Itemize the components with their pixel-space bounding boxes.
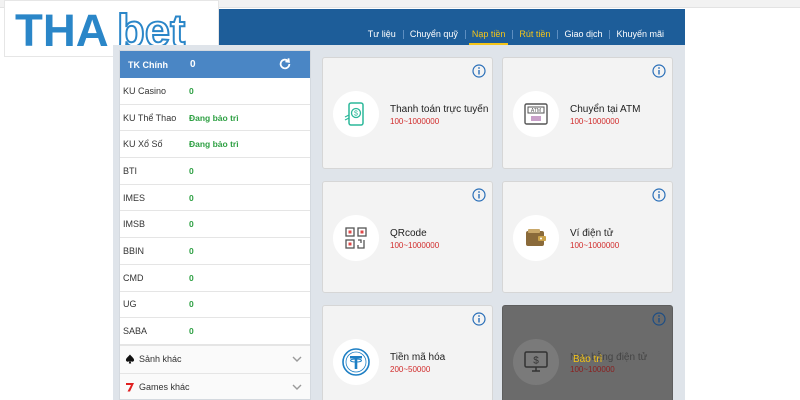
wallet-label: BBIN: [123, 245, 145, 256]
method-range: 200~50000: [390, 365, 431, 374]
chevron-down-icon: [292, 356, 302, 362]
balance-sidebar: TK Chính 0 KU Casino 0 KU Thể Thao Đang …: [119, 50, 311, 400]
wallet-label: SABA: [123, 326, 148, 337]
wallet-label: UG: [123, 299, 137, 310]
wallet-label: KU Thể Thao: [123, 112, 177, 123]
more-games-label: Games khác: [139, 382, 190, 393]
wallet-row-bbin: BBIN 0: [120, 238, 310, 265]
wallet-row-imes: IMES 0: [120, 185, 310, 212]
nav-item-transfer[interactable]: Chuyển quỹ: [402, 29, 465, 39]
atm-icon: ATM: [524, 103, 548, 125]
wallet-value: 0: [189, 219, 194, 230]
main-account-balance: 0: [190, 59, 196, 70]
main-account-row: TK Chính 0: [120, 51, 310, 78]
wallet-icon: [526, 229, 546, 246]
wallet-value: 0: [189, 326, 194, 337]
refresh-icon[interactable]: [278, 57, 292, 71]
wallet-row-ug: UG 0: [120, 292, 310, 319]
wallet-value: 0: [189, 272, 194, 283]
wallet-value: 0: [189, 299, 194, 310]
deposit-method-qrcode[interactable]: QRcode 100~1000000: [322, 181, 493, 293]
wallet-value: Đang bảo trì: [189, 112, 239, 123]
wallet-value: Đang bảo trì: [189, 139, 239, 150]
nav-item-withdraw[interactable]: Rút tiền: [512, 29, 557, 39]
wallet-value: 0: [189, 192, 194, 203]
method-range: 100~1000000: [390, 241, 440, 250]
spade-icon: [125, 354, 135, 364]
wallet-label: IMES: [123, 192, 146, 203]
method-range: 100~1000000: [390, 117, 440, 126]
method-icon-circle: [333, 215, 379, 261]
deposit-method-crypto[interactable]: Tiền mã hóa 200~50000: [322, 305, 493, 400]
svg-text:$: $: [354, 111, 358, 118]
method-title: QRcode: [390, 228, 427, 239]
info-icon[interactable]: [472, 312, 486, 326]
svg-text:$: $: [533, 356, 539, 367]
more-halls-label: Sảnh khác: [139, 354, 182, 365]
nav-item-profile[interactable]: Tư liệu: [361, 29, 403, 39]
info-icon[interactable]: [472, 64, 486, 78]
deposit-method-electronic: $ Nạp bằng điện tử 100~100000 Bảo trì: [502, 305, 673, 400]
wallet-label: IMSB: [123, 219, 146, 230]
info-icon[interactable]: [472, 188, 486, 202]
info-icon[interactable]: [652, 64, 666, 78]
wallet-row-saba: SABA 0: [120, 318, 310, 345]
deposit-method-atm[interactable]: ATM Chuyển tại ATM 100~1000000: [502, 57, 673, 169]
wallet-row-ku-casino: KU Casino 0: [120, 78, 310, 105]
wallet-row-ku-lottery: KU Xổ Số Đang bảo trì: [120, 131, 310, 159]
wallet-label: BTI: [123, 165, 138, 176]
wallet-label: KU Xổ Số: [123, 139, 163, 150]
nav-item-promotions[interactable]: Khuyến mãi: [609, 29, 671, 39]
wallet-value: 0: [189, 85, 194, 96]
crypto-icon: [342, 348, 370, 376]
method-title: Chuyển tại ATM: [570, 104, 641, 115]
wallet-row-imsb: IMSB 0: [120, 211, 310, 239]
method-title: Tiền mã hóa: [390, 352, 446, 363]
method-range: 100~100000: [570, 365, 615, 374]
deposit-method-online-payment[interactable]: $ Thanh toán trực tuyến 100~1000000: [322, 57, 493, 169]
wallet-label: KU Casino: [123, 85, 167, 96]
method-title: Thanh toán trực tuyến: [390, 104, 489, 115]
chevron-down-icon: [292, 384, 302, 390]
method-icon-circle: [513, 215, 559, 261]
more-halls-toggle[interactable]: Sảnh khác: [120, 344, 310, 373]
method-icon-circle: $: [513, 339, 559, 385]
more-games-toggle[interactable]: Games khác: [120, 372, 310, 399]
wallet-row-ku-sports: KU Thể Thao Đang bảo trì: [120, 105, 310, 132]
method-range: 100~1000000: [570, 241, 620, 250]
wallet-row-bti: BTI 0: [120, 158, 310, 185]
mobile-payment-icon: $: [344, 102, 364, 126]
method-range: 100~1000000: [570, 117, 620, 126]
main-account-label: TK Chính: [128, 59, 168, 70]
wallet-row-cmd: CMD 0: [120, 265, 310, 292]
info-icon[interactable]: [652, 312, 666, 326]
monitor-payment-icon: $: [524, 351, 548, 372]
wallet-label: CMD: [123, 272, 144, 283]
nav-links: Tư liệu Chuyển quỹ Nạp tiền Rút tiền Gia…: [361, 9, 671, 45]
maintenance-label: Bảo trì: [573, 354, 603, 365]
deposit-method-ewallet[interactable]: Ví điện tử 100~1000000: [502, 181, 673, 293]
svg-text:ATM: ATM: [531, 108, 541, 114]
lucky-seven-icon: [126, 383, 134, 392]
nav-item-deposit[interactable]: Nạp tiền: [464, 29, 513, 45]
nav-item-transactions[interactable]: Giao dịch: [557, 29, 609, 39]
qrcode-icon: [345, 227, 367, 249]
logo-text-tha: THA: [15, 6, 109, 52]
method-title: Ví điện tử: [570, 228, 614, 239]
wallet-value: 0: [189, 165, 194, 176]
info-icon[interactable]: [652, 188, 666, 202]
method-icon-circle: $: [333, 91, 379, 137]
method-icon-circle: [333, 339, 379, 385]
wallet-value: 0: [189, 245, 194, 256]
method-icon-circle: ATM: [513, 91, 559, 137]
